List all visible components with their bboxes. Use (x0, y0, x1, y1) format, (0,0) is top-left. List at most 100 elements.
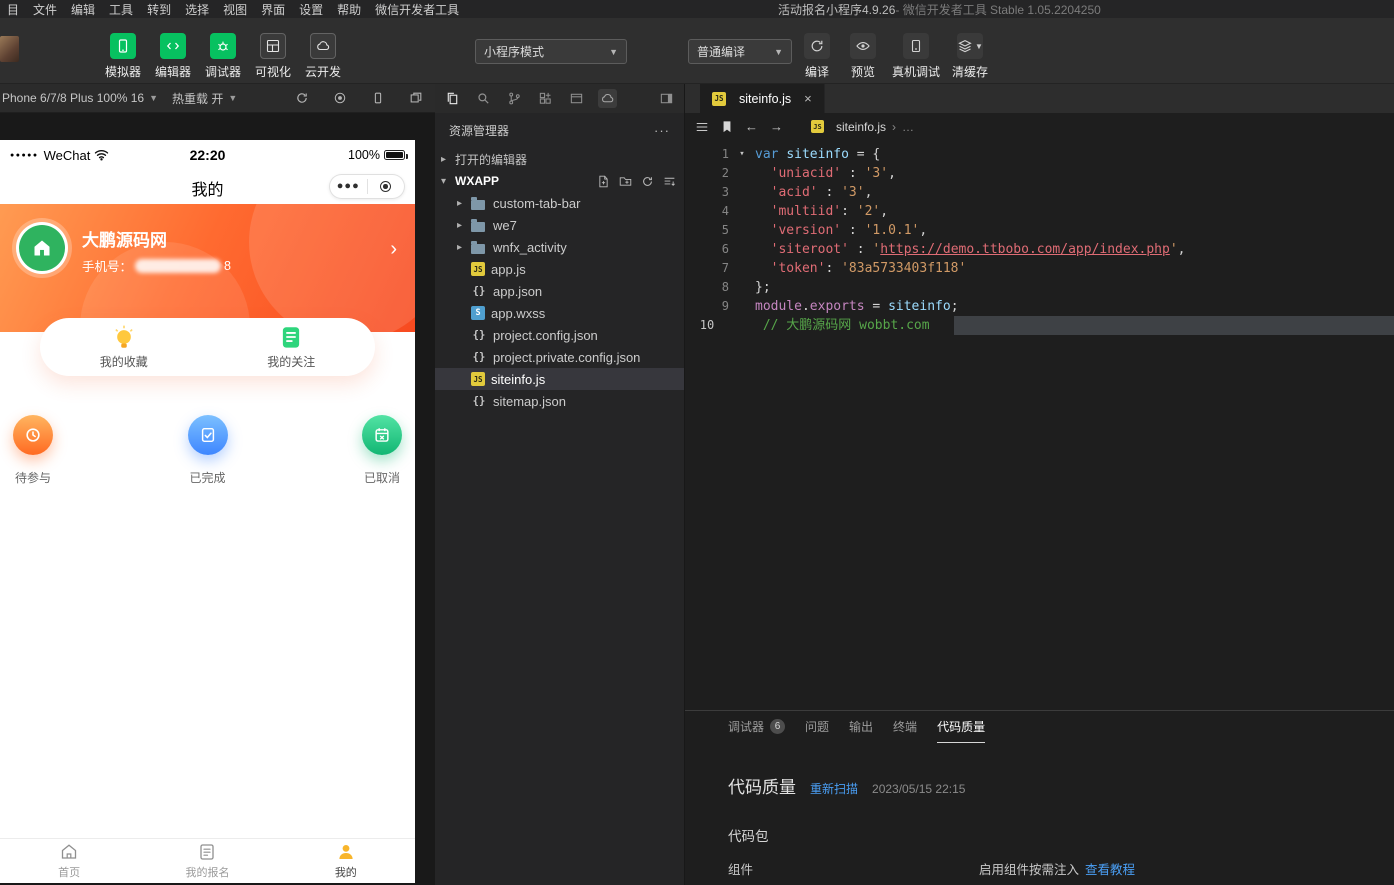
forward-arrow-icon[interactable]: → (770, 119, 783, 134)
menu-item-视图[interactable]: 视图 (216, 1, 254, 18)
code-line-2[interactable]: 2 'uniacid' : '3', (685, 164, 1394, 183)
code-line-7[interactable]: 7 'token': '83a5733403f118' (685, 259, 1394, 278)
line-number: 10 (685, 316, 729, 335)
file-row-app.wxss[interactable]: Sapp.wxss (435, 302, 684, 324)
file-row-we7[interactable]: ▸we7 (435, 214, 684, 236)
code-area[interactable]: 1▾var siteinfo = {2 'uniacid' : '3',3 'a… (685, 140, 1394, 710)
outline-list-icon[interactable] (695, 120, 709, 134)
panel-tab-终端[interactable]: 终端 (893, 711, 917, 743)
preview-button[interactable]: 预览 (846, 33, 880, 80)
code-line-3[interactable]: 3 'acid' : '3', (685, 183, 1394, 202)
tab-home[interactable]: 首页 (0, 839, 138, 883)
refresh-icon[interactable] (641, 175, 654, 188)
code-line-10[interactable]: 10 // 大鹏源码网 wobbt.com (685, 316, 1394, 335)
menu-item-目[interactable]: 目 (0, 1, 26, 18)
fold-chevron-icon[interactable]: ▾ (729, 145, 755, 164)
file-row-siteinfo.js[interactable]: JSsiteinfo.js (435, 368, 684, 390)
rescan-link[interactable]: 重新扫描 (810, 780, 858, 797)
menu-item-工具[interactable]: 工具 (102, 1, 140, 18)
search-icon[interactable] (474, 89, 493, 108)
debugger-button[interactable]: 调试器 (200, 33, 246, 80)
back-arrow-icon[interactable]: ← (745, 119, 758, 134)
user-avatar[interactable] (0, 36, 19, 62)
project-root-label: WXAPP (455, 174, 499, 188)
tutorial-link[interactable]: 查看教程 (1085, 863, 1135, 877)
code-line-9[interactable]: 9module.exports = siteinfo; (685, 297, 1394, 316)
more-dots-icon[interactable]: ●●● (330, 181, 367, 192)
pending-item[interactable]: 待参与 (10, 415, 56, 486)
code-line-4[interactable]: 4 'multiid': '2', (685, 202, 1394, 221)
completed-item[interactable]: 已完成 (185, 415, 231, 486)
cancelled-item[interactable]: 已取消 (359, 415, 405, 486)
refresh-icon[interactable] (295, 91, 309, 105)
new-folder-icon[interactable] (619, 175, 632, 188)
menu-item-设置[interactable]: 设置 (292, 1, 330, 18)
git-branch-icon[interactable] (505, 89, 524, 108)
tab-my-registrations[interactable]: 我的报名 (138, 839, 276, 883)
explorer-panel: 资源管理器 ··· ▸ 打开的编辑器 ▾ WXAPP ▸custom-tab-b… (435, 84, 685, 885)
panel-tab-调试器[interactable]: 调试器6 (728, 711, 785, 743)
toggle-sidebar-icon[interactable] (657, 89, 676, 108)
device-debug-button[interactable]: 真机调试 (892, 33, 940, 80)
debugger-count-badge: 6 (770, 719, 785, 734)
menu-item-转到[interactable]: 转到 (140, 1, 178, 18)
chevron-right-icon[interactable]: › (390, 238, 397, 261)
menu-item-文件[interactable]: 文件 (26, 1, 64, 18)
collapse-all-icon[interactable] (663, 175, 676, 188)
file-row-app.js[interactable]: JSapp.js (435, 258, 684, 280)
multi-window-icon[interactable] (409, 91, 423, 105)
simulator-button[interactable]: 模拟器 (100, 33, 146, 80)
code-line-8[interactable]: 8}; (685, 278, 1394, 297)
file-row-project.private.config.json[interactable]: {}project.private.config.json (435, 346, 684, 368)
hot-reload-toggle[interactable]: 热重载 开 (172, 90, 223, 107)
file-row-wnfx_activity[interactable]: ▸wnfx_activity (435, 236, 684, 258)
visualization-label: 可视化 (255, 63, 291, 80)
chevron-down-icon: ▼ (764, 47, 783, 57)
clear-cache-button[interactable]: ▼ 清缓存 (952, 33, 988, 80)
files-icon[interactable] (443, 89, 462, 108)
menu-item-界面[interactable]: 界面 (254, 1, 292, 18)
mode-dropdown[interactable]: 小程序模式 ▼ (475, 39, 627, 64)
menu-item-帮助[interactable]: 帮助 (330, 1, 368, 18)
file-row-app.json[interactable]: {}app.json (435, 280, 684, 302)
tab-mine[interactable]: 我的 (277, 839, 415, 883)
tab-siteinfo-js[interactable]: JS siteinfo.js × (700, 84, 825, 113)
cloud-dev-button[interactable]: 云开发 (300, 33, 346, 80)
file-row-project.config.json[interactable]: {}project.config.json (435, 324, 684, 346)
record-icon[interactable] (333, 91, 347, 105)
panel-tab-问题[interactable]: 问题 (805, 711, 829, 743)
editor-button[interactable]: 编辑器 (150, 33, 196, 80)
avatar[interactable] (16, 222, 68, 274)
new-file-icon[interactable] (597, 175, 610, 188)
extensions-icon[interactable] (536, 89, 555, 108)
compile-button[interactable]: 编译 (800, 33, 834, 80)
file-row-custom-tab-bar[interactable]: ▸custom-tab-bar (435, 192, 684, 214)
panel-tab-代码质量[interactable]: 代码质量 (937, 711, 985, 743)
open-editors-section[interactable]: ▸ 打开的编辑器 (435, 148, 684, 170)
folder-icon (471, 244, 485, 254)
code-line-6[interactable]: 6 'siteroot' : 'https://demo.ttbobo.com/… (685, 240, 1394, 259)
more-actions-icon[interactable]: ··· (654, 123, 670, 138)
code-line-1[interactable]: 1▾var siteinfo = { (685, 145, 1394, 164)
device-selector[interactable]: Phone 6/7/8 Plus 100% 16 (2, 91, 144, 105)
minimize-target-icon[interactable] (368, 181, 405, 192)
project-root-section[interactable]: ▾ WXAPP (435, 170, 684, 192)
cloud-icon[interactable] (598, 89, 617, 108)
visualization-button[interactable]: 可视化 (250, 33, 296, 80)
bookmark-icon[interactable] (721, 120, 733, 134)
file-row-sitemap.json[interactable]: {}sitemap.json (435, 390, 684, 412)
menu-item-微信开发者工具[interactable]: 微信开发者工具 (368, 1, 466, 18)
home-icon (59, 842, 79, 862)
compile-mode-dropdown[interactable]: 普通编译 ▼ (688, 39, 792, 64)
follows-link[interactable]: 我的关注 (208, 318, 376, 376)
close-icon[interactable]: × (804, 91, 812, 106)
menu-item-编辑[interactable]: 编辑 (64, 1, 102, 18)
breadcrumb[interactable]: JS siteinfo.js › … (811, 120, 914, 134)
panel-tab-输出[interactable]: 输出 (849, 711, 873, 743)
favorites-link[interactable]: 我的收藏 (40, 318, 208, 376)
code-line-5[interactable]: 5 'version' : '1.0.1', (685, 221, 1394, 240)
window-preview-icon[interactable] (567, 89, 586, 108)
menu-item-选择[interactable]: 选择 (178, 1, 216, 18)
phone-rotate-icon[interactable] (371, 91, 385, 105)
profile-card[interactable]: 大鹏源码网 手机号： 8 › (0, 204, 415, 332)
